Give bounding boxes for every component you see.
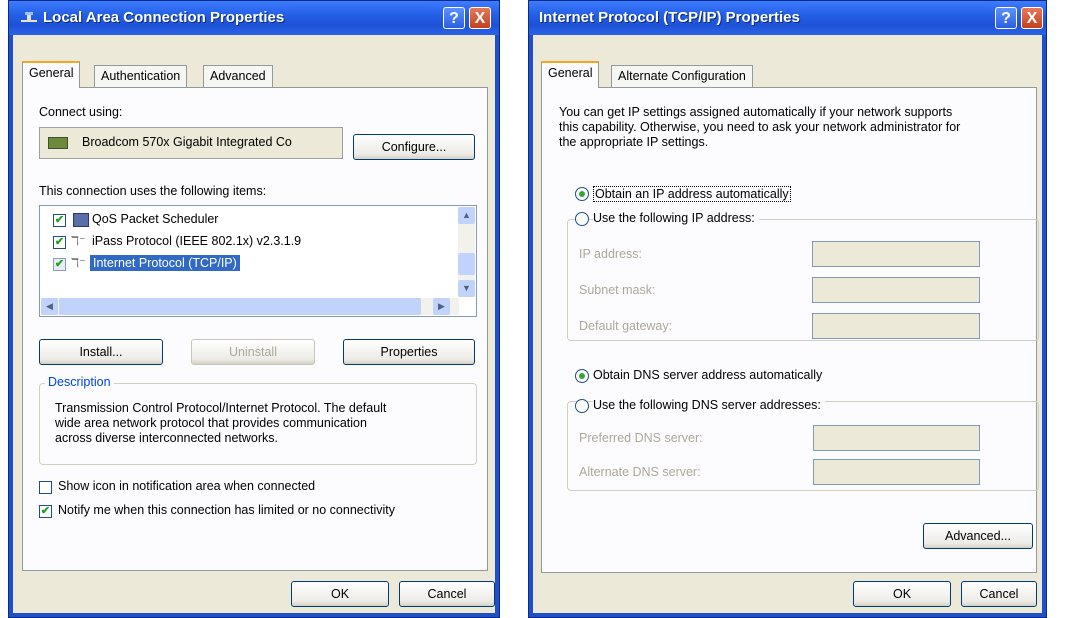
ok-button[interactable]: OK xyxy=(291,581,389,607)
tcpip-properties-window: Internet Protocol (TCP/IP) Properties ? … xyxy=(528,0,1047,618)
dialog-client-area: General Alternate Configuration You can … xyxy=(533,35,1042,613)
subnet-mask-label: Subnet mask: xyxy=(579,283,656,297)
obtain-dns-label[interactable]: Obtain DNS server address automatically xyxy=(593,368,822,382)
adapter-name: Broadcom 570x Gigabit Integrated Co xyxy=(82,135,292,149)
obtain-ip-radio[interactable] xyxy=(575,187,589,201)
network-connection-icon xyxy=(19,11,39,25)
dialog-client-area: General Authentication Advanced Connect … xyxy=(13,35,495,613)
scroll-thumb-horizontal[interactable] xyxy=(59,298,421,315)
properties-button[interactable]: Properties xyxy=(343,339,475,365)
configure-button[interactable]: Configure... xyxy=(353,134,475,160)
qos-scheduler-icon xyxy=(73,213,89,227)
window-title-text: Local Area Connection Properties xyxy=(43,9,285,26)
notify-checkbox[interactable]: ✔ xyxy=(39,505,52,518)
advanced-button[interactable]: Advanced... xyxy=(923,523,1033,549)
item-label-ipass: iPass Protocol (IEEE 802.1x) v2.3.1.9 xyxy=(92,234,302,248)
intro-line-1: You can get IP settings assigned automat… xyxy=(559,105,953,119)
ok-button[interactable]: OK xyxy=(853,581,951,607)
alternate-dns-field[interactable] xyxy=(813,459,980,485)
default-gateway-label: Default gateway: xyxy=(579,319,673,333)
vertical-scrollbar[interactable]: ▲ ▼ xyxy=(458,207,475,297)
window-title: Local Area Connection Properties xyxy=(19,9,284,26)
item-checkbox-qos[interactable]: ✔ xyxy=(53,214,66,227)
description-line-1: Transmission Control Protocol/Internet P… xyxy=(55,401,387,415)
obtain-dns-radio[interactable] xyxy=(575,369,589,383)
preferred-dns-field[interactable] xyxy=(813,425,980,451)
tab-alternate-configuration[interactable]: Alternate Configuration xyxy=(611,65,753,87)
close-button[interactable]: X xyxy=(1021,7,1043,29)
notify-label[interactable]: Notify me when this connection has limit… xyxy=(58,503,395,517)
close-button[interactable]: X xyxy=(469,7,491,29)
use-ip-label[interactable]: Use the following IP address: xyxy=(593,211,759,225)
use-dns-radio[interactable] xyxy=(575,399,589,413)
local-area-connection-properties-window: Local Area Connection Properties ? X Gen… xyxy=(8,0,500,618)
ip-address-field[interactable] xyxy=(812,241,980,267)
tab-general[interactable]: General xyxy=(22,61,81,88)
items-label: This connection uses the following items… xyxy=(39,184,267,198)
description-line-2: wide area network protocol that provides… xyxy=(55,416,367,430)
install-button[interactable]: Install... xyxy=(39,339,163,365)
alternate-dns-label: Alternate DNS server: xyxy=(579,465,701,479)
window-title: Internet Protocol (TCP/IP) Properties xyxy=(539,9,800,26)
help-button[interactable]: ? xyxy=(443,7,465,29)
protocol-icon: ℸ⁻ xyxy=(71,256,86,270)
scroll-thumb[interactable] xyxy=(458,253,475,275)
item-label-tcpip[interactable]: Internet Protocol (TCP/IP) xyxy=(90,255,240,271)
protocol-icon: ℸ⁻ xyxy=(71,234,86,248)
scroll-up-icon[interactable]: ▲ xyxy=(458,207,475,224)
adapter-box: Broadcom 570x Gigabit Integrated Co xyxy=(39,127,343,159)
description-line-3: across diverse interconnected networks. xyxy=(55,431,279,445)
cancel-button[interactable]: Cancel xyxy=(399,581,495,607)
obtain-ip-label[interactable]: Obtain an IP address automatically xyxy=(593,186,791,202)
use-ip-radio[interactable] xyxy=(575,212,589,226)
default-gateway-field[interactable] xyxy=(812,313,980,339)
ip-address-label: IP address: xyxy=(579,247,643,261)
use-dns-label[interactable]: Use the following DNS server addresses: xyxy=(593,398,825,412)
items-list[interactable]: ✔ QoS Packet Scheduler ✔ ℸ⁻ iPass Protoc… xyxy=(39,205,477,317)
title-bar[interactable]: Internet Protocol (TCP/IP) Properties ? … xyxy=(529,1,1046,35)
tab-general[interactable]: General xyxy=(541,61,600,88)
scroll-down-icon[interactable]: ▼ xyxy=(458,280,475,297)
scroll-left-icon[interactable]: ◀ xyxy=(41,298,58,315)
item-checkbox-ipass[interactable]: ✔ xyxy=(53,236,66,249)
intro-line-3: the appropriate IP settings. xyxy=(559,135,709,149)
title-bar[interactable]: Local Area Connection Properties ? X xyxy=(9,1,499,35)
item-checkbox-tcpip[interactable]: ✔ xyxy=(53,258,66,271)
show-icon-label[interactable]: Show icon in notification area when conn… xyxy=(58,479,315,493)
tab-advanced[interactable]: Advanced xyxy=(203,65,273,87)
show-icon-checkbox[interactable] xyxy=(39,481,52,494)
subnet-mask-field[interactable] xyxy=(812,277,980,303)
description-label: Description xyxy=(45,375,114,389)
network-adapter-icon xyxy=(48,137,68,149)
scroll-right-icon[interactable]: ▶ xyxy=(433,298,450,315)
tab-authentication[interactable]: Authentication xyxy=(94,65,188,87)
preferred-dns-label: Preferred DNS server: xyxy=(579,431,703,445)
cancel-button[interactable]: Cancel xyxy=(961,581,1037,607)
intro-line-2: this capability. Otherwise, you need to … xyxy=(559,120,961,134)
connect-using-label: Connect using: xyxy=(39,105,123,119)
horizontal-scrollbar[interactable]: ◀ ▶ xyxy=(41,298,459,315)
item-label-qos: QoS Packet Scheduler xyxy=(92,212,219,226)
help-button[interactable]: ? xyxy=(995,7,1017,29)
uninstall-button[interactable]: Uninstall xyxy=(191,339,315,365)
